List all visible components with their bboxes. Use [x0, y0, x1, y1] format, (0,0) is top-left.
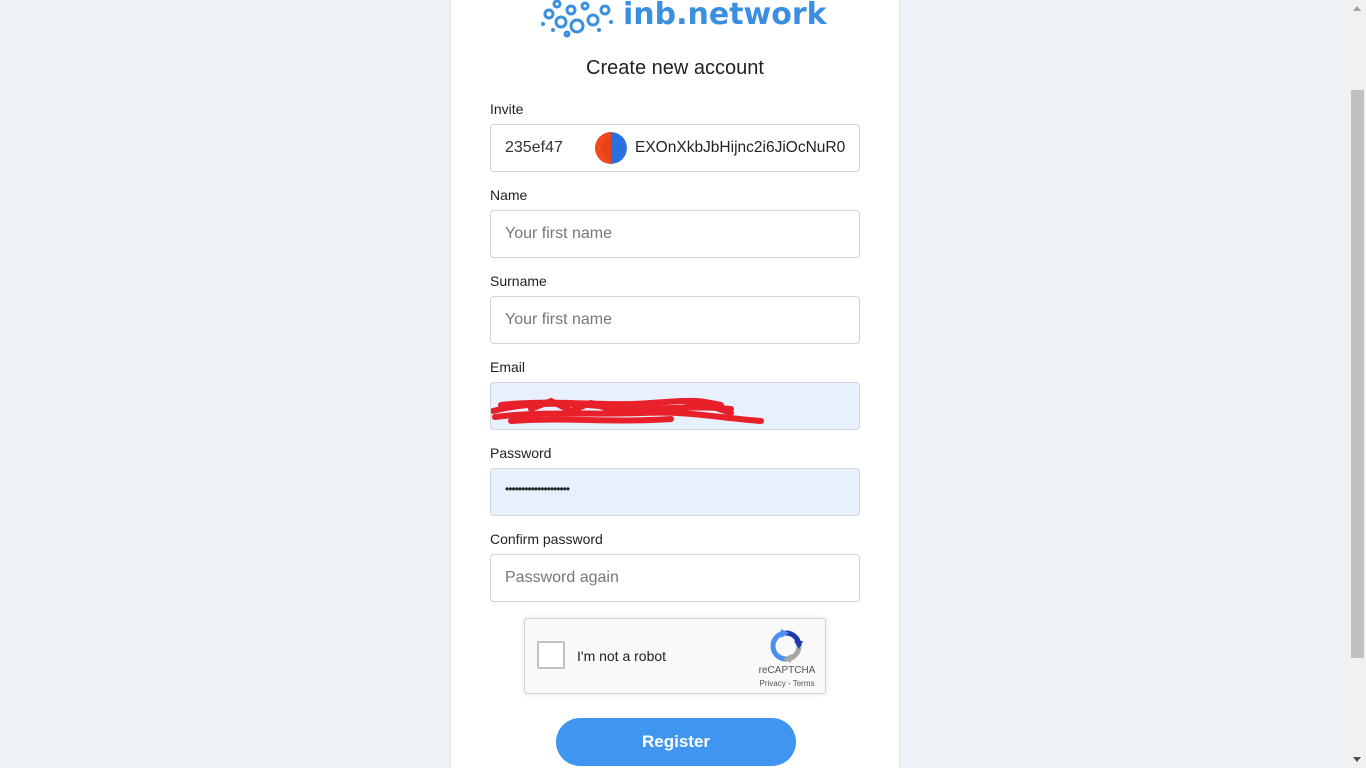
scroll-up-arrow-icon[interactable]	[1353, 6, 1361, 11]
recaptcha-privacy-terms-link[interactable]: Privacy - Terms	[755, 679, 819, 688]
surname-input[interactable]	[490, 296, 860, 344]
register-card: inb.network Create new account Invite 23…	[450, 0, 900, 768]
inviter-avatar	[595, 132, 627, 164]
brand-logo[interactable]: inb.network	[537, 0, 827, 38]
recaptcha-icon	[770, 629, 803, 663]
recaptcha-checkbox[interactable]	[537, 641, 565, 669]
network-dots-icon	[541, 0, 613, 38]
page-scrollbar[interactable]	[1349, 0, 1366, 768]
scroll-down-arrow-icon[interactable]	[1353, 757, 1361, 762]
brand-name: inb.network	[623, 0, 827, 32]
password-label: Password	[490, 445, 552, 461]
recaptcha-widget: I'm not a robot reCAPTCHA Privacy - Term…	[524, 618, 826, 694]
email-label: Email	[490, 359, 526, 375]
invite-field[interactable]: 235ef47 EXOnXkbJbHijnc2i6JiOcNuR0	[490, 124, 860, 172]
invite-label: Invite	[490, 101, 524, 117]
redaction-scribble	[491, 397, 764, 424]
page: inb.network Create new account Invite 23…	[0, 0, 1366, 768]
register-button[interactable]: Register	[556, 718, 796, 766]
invite-token: EXOnXkbJbHijnc2i6JiOcNuR0	[635, 139, 846, 156]
scrollbar-thumb[interactable]	[1351, 90, 1364, 658]
password-masked-value: ••••••••••••••••••••	[505, 482, 570, 496]
recaptcha-brand: reCAPTCHA	[758, 665, 816, 676]
confirm-password-input[interactable]	[490, 554, 860, 602]
recaptcha-label: I'm not a robot	[577, 648, 667, 664]
name-label: Name	[490, 187, 528, 203]
invite-code: 235ef47	[505, 139, 563, 156]
surname-label: Surname	[490, 273, 547, 289]
page-title: Create new account	[586, 57, 764, 79]
confirm-password-label: Confirm password	[490, 531, 603, 547]
email-input[interactable]	[490, 382, 860, 430]
name-input[interactable]	[490, 210, 860, 258]
